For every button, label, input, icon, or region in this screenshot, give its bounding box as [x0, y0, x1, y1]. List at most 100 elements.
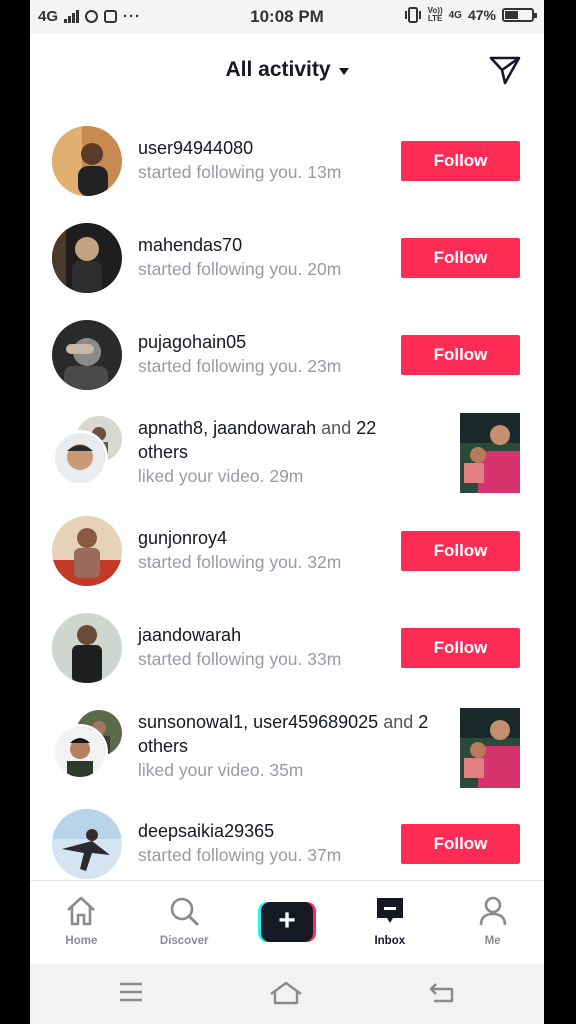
- activity-time: 29m: [269, 466, 304, 486]
- tab-inbox-label: Inbox: [374, 935, 406, 947]
- activity-time: 20m: [307, 259, 342, 279]
- activity-message: liked your video.: [138, 760, 265, 780]
- username[interactable]: deepsaikia29365: [138, 819, 398, 843]
- activity-description: started following you. 37m: [138, 843, 398, 867]
- activity-item[interactable]: pujagohain05 started following you. 23m …: [30, 320, 544, 417]
- username[interactable]: gunjonroy4: [138, 526, 398, 550]
- follow-button[interactable]: Follow: [401, 628, 520, 668]
- tab-me[interactable]: Me: [441, 881, 544, 964]
- plus-icon: +: [257, 902, 316, 942]
- follow-button[interactable]: Follow: [401, 238, 520, 278]
- avatar[interactable]: [52, 126, 122, 196]
- activity-text: pujagohain05 started following you. 23m: [138, 330, 398, 378]
- activity-description: started following you. 33m: [138, 647, 398, 671]
- plus-symbol: +: [260, 902, 313, 942]
- avatar: [52, 724, 108, 780]
- app-screen: 4G ··· 10:08 PM Vo)) LTE 4G 47% All acti…: [30, 0, 544, 1024]
- and-label: and: [321, 418, 352, 438]
- liked-by-users[interactable]: sunsonowal1, user459689025 and 2 others: [138, 710, 438, 758]
- activity-message: started following you.: [138, 845, 303, 865]
- username[interactable]: user94944080: [138, 136, 398, 160]
- menu-icon[interactable]: [118, 980, 144, 1004]
- activity-text: gunjonroy4 started following you. 32m: [138, 526, 398, 574]
- header: All activity: [30, 34, 544, 106]
- avatar[interactable]: [52, 809, 122, 879]
- home-icon: [67, 896, 96, 926]
- activity-time: 35m: [269, 760, 304, 780]
- activity-filter-dropdown[interactable]: All activity: [30, 58, 544, 82]
- direct-message-icon[interactable]: [488, 54, 522, 86]
- activity-description: liked your video. 35m: [138, 758, 438, 782]
- avatar-group[interactable]: [52, 710, 122, 780]
- activity-time: 37m: [307, 845, 342, 865]
- battery-icon: [502, 8, 537, 22]
- video-thumbnail[interactable]: [460, 708, 520, 788]
- activity-text: jaandowarah started following you. 33m: [138, 623, 398, 671]
- home-nav-icon[interactable]: [269, 980, 303, 1006]
- status-bar: 4G ··· 10:08 PM Vo)) LTE 4G 47%: [30, 0, 544, 34]
- video-thumbnail[interactable]: [460, 413, 520, 493]
- activity-description: started following you. 32m: [138, 550, 398, 574]
- follow-button[interactable]: Follow: [401, 531, 520, 571]
- network-right-label: 4G: [448, 9, 462, 21]
- system-nav-bar: [30, 964, 544, 1024]
- activity-description: started following you. 23m: [138, 354, 398, 378]
- lte-label: LTE: [427, 14, 443, 23]
- activity-text: deepsaikia29365 started following you. 3…: [138, 819, 398, 867]
- activity-description: liked your video. 29m: [138, 464, 418, 488]
- avatar: [52, 430, 108, 486]
- battery-percent: 47%: [467, 7, 496, 23]
- back-icon[interactable]: [428, 980, 456, 1004]
- activity-text: apnath8, jaandowarah and 22 others liked…: [138, 416, 418, 488]
- caret-down-icon: [338, 67, 349, 75]
- status-right: Vo)) LTE 4G 47%: [404, 7, 537, 23]
- activity-text: user94944080 started following you. 13m: [138, 136, 398, 184]
- page-title: All activity: [225, 58, 331, 81]
- avatar[interactable]: [52, 320, 122, 390]
- activity-time: 23m: [307, 356, 342, 376]
- activity-description: started following you. 20m: [138, 257, 398, 281]
- follow-button[interactable]: Follow: [401, 141, 520, 181]
- username[interactable]: mahendas70: [138, 233, 398, 257]
- tab-discover-label: Discover: [159, 935, 209, 947]
- activity-message: started following you.: [138, 356, 303, 376]
- username[interactable]: pujagohain05: [138, 330, 398, 354]
- profile-icon: [479, 896, 506, 926]
- follow-button[interactable]: Follow: [401, 335, 520, 375]
- activity-item[interactable]: mahendas70 started following you. 20m Fo…: [30, 223, 544, 320]
- follow-button[interactable]: Follow: [401, 824, 520, 864]
- activity-message: started following you.: [138, 649, 303, 669]
- vibrate-icon: [404, 7, 421, 23]
- create-video-button[interactable]: +: [236, 881, 339, 964]
- tab-home[interactable]: Home: [30, 881, 133, 964]
- activity-description: started following you. 13m: [138, 160, 398, 184]
- activity-time: 13m: [307, 162, 342, 182]
- tab-home-label: Home: [65, 935, 98, 947]
- avatar[interactable]: [52, 516, 122, 586]
- tab-discover[interactable]: Discover: [133, 881, 236, 964]
- inbox-icon: [376, 898, 403, 923]
- activity-item[interactable]: sunsonowal1, user459689025 and 2 others …: [30, 708, 544, 820]
- tab-me-label: Me: [484, 935, 501, 947]
- bottom-tab-bar: Home Discover + Inbox Me: [30, 880, 544, 964]
- volte-indicator: Vo)) LTE: [428, 7, 443, 23]
- activity-message: started following you.: [138, 552, 303, 572]
- tab-inbox[interactable]: Inbox: [338, 881, 441, 964]
- liked-by-users[interactable]: apnath8, jaandowarah and 22 others: [138, 416, 418, 464]
- avatar[interactable]: [52, 223, 122, 293]
- battery-fill: [505, 11, 518, 19]
- activity-message: started following you.: [138, 259, 303, 279]
- activity-item[interactable]: user94944080 started following you. 13m …: [30, 126, 544, 223]
- activity-time: 33m: [307, 649, 342, 669]
- activity-message: liked your video.: [138, 466, 265, 486]
- activity-item[interactable]: apnath8, jaandowarah and 22 others liked…: [30, 413, 544, 526]
- avatar[interactable]: [52, 613, 122, 683]
- activity-item[interactable]: jaandowarah started following you. 33m F…: [30, 613, 544, 710]
- avatar-group[interactable]: [52, 416, 122, 486]
- activity-item[interactable]: gunjonroy4 started following you. 32m Fo…: [30, 516, 544, 613]
- username[interactable]: jaandowarah: [138, 623, 398, 647]
- search-icon: [170, 897, 199, 926]
- activity-text: mahendas70 started following you. 20m: [138, 233, 398, 281]
- activity-message: started following you.: [138, 162, 303, 182]
- usernames: sunsonowal1, user459689025: [138, 712, 379, 732]
